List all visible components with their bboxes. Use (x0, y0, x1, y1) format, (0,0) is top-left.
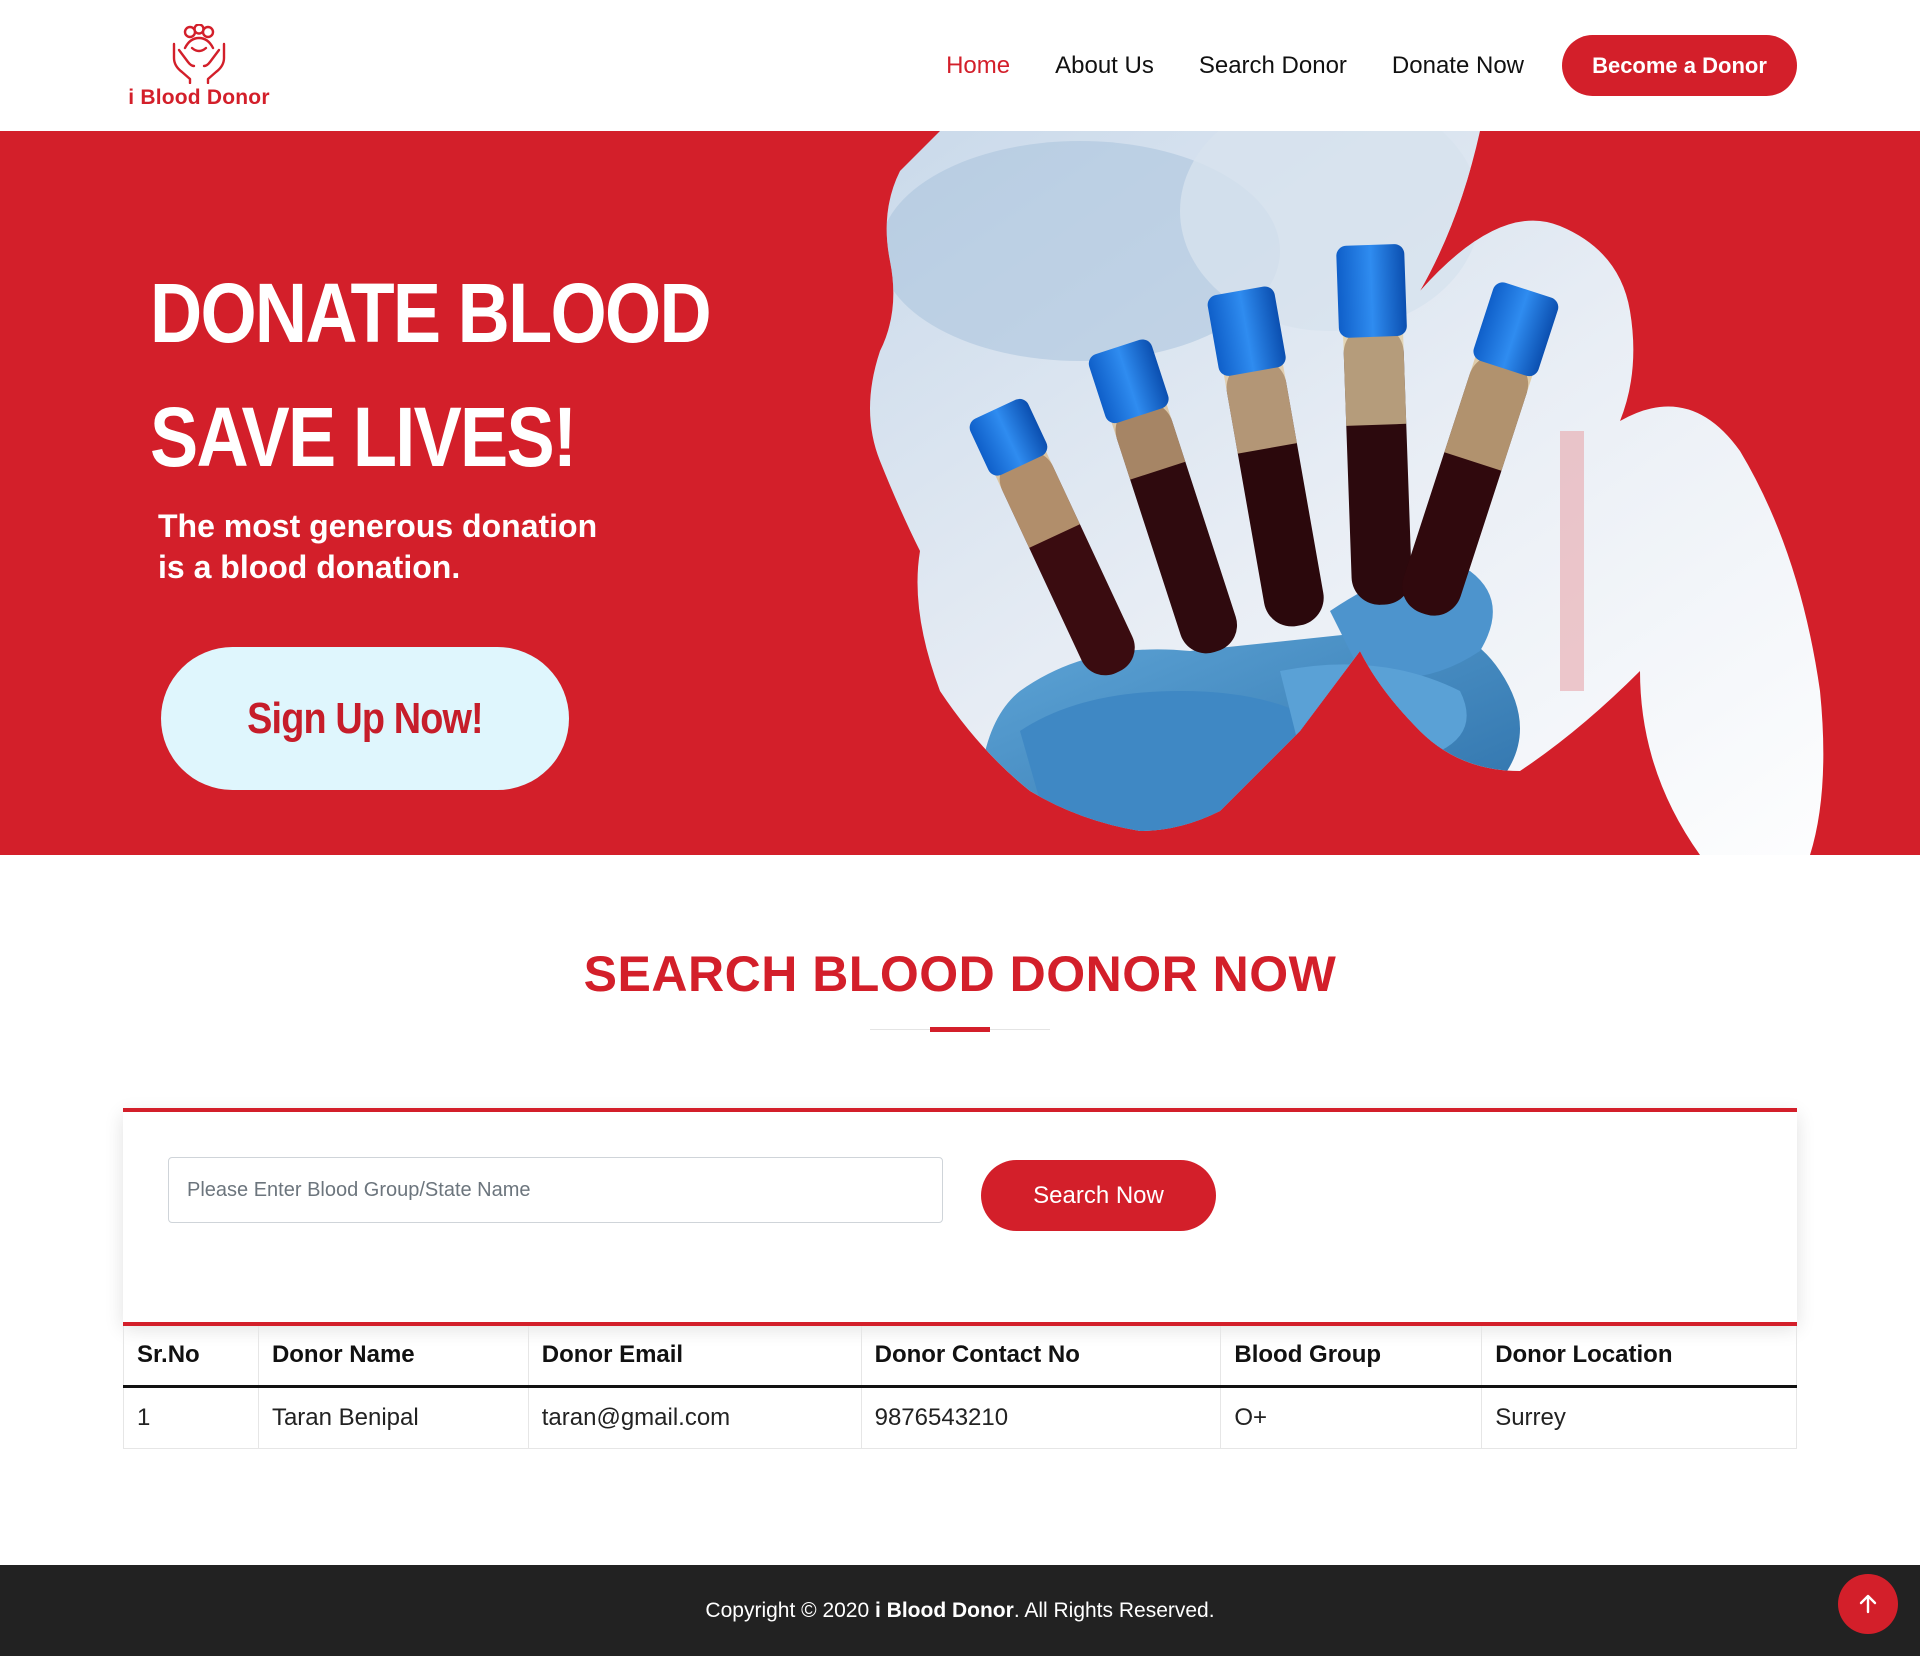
header-donor-name: Donor Name (257, 1326, 529, 1388)
nav-home[interactable]: Home (946, 52, 1010, 80)
footer-prefix: Copyright © 2020 (705, 1598, 875, 1622)
sign-up-button[interactable]: Sign Up Now! (161, 647, 569, 790)
arrow-up-icon (1859, 1594, 1877, 1614)
hero-subtitle-line-1: The most generous donation (158, 508, 598, 544)
cell-location: Surrey (1481, 1385, 1797, 1449)
cell-donor-name: Taran Benipal (257, 1385, 529, 1449)
search-input[interactable] (168, 1157, 943, 1223)
search-section-title: SEARCH BLOOD DONOR NOW (583, 946, 1337, 1002)
title-divider-accent (930, 1027, 990, 1032)
become-donor-button[interactable]: Become a Donor (1562, 35, 1797, 96)
main-nav: Home About Us Search Donor Donate Now (946, 0, 1524, 131)
header-blood-group: Blood Group (1220, 1326, 1483, 1388)
hero-subtitle: The most generous donation is a blood do… (158, 506, 678, 588)
header-contact-no: Donor Contact No (860, 1326, 1222, 1388)
table-header-row: Sr.No Donor Name Donor Email Donor Conta… (123, 1326, 1797, 1388)
sign-up-label: Sign Up Now! (247, 693, 483, 743)
cell-sr-no: 1 (123, 1385, 259, 1449)
site-header: i Blood Donor Home About Us Search Donor… (0, 0, 1920, 131)
hero-banner: DONATE BLOOD SAVE LIVES! The most genero… (0, 131, 1920, 855)
cell-contact-no: 9876543210 (860, 1385, 1222, 1449)
search-now-button[interactable]: Search Now (981, 1160, 1216, 1231)
nav-donate-now[interactable]: Donate Now (1392, 52, 1524, 80)
nav-about-us[interactable]: About Us (1055, 52, 1154, 80)
footer-suffix: . All Rights Reserved. (1013, 1598, 1215, 1622)
search-panel: Search Now (123, 1108, 1797, 1323)
nav-search-donor[interactable]: Search Donor (1199, 52, 1347, 80)
cell-donor-email: taran@gmail.com (527, 1385, 862, 1449)
header-location: Donor Location (1481, 1326, 1797, 1388)
hero-subtitle-line-2: is a blood donation. (158, 549, 461, 585)
site-footer: Copyright © 2020 i Blood Donor. All Righ… (0, 1565, 1920, 1656)
back-to-top-button[interactable] (1838, 1574, 1898, 1634)
cell-blood-group: O+ (1220, 1385, 1483, 1449)
donor-table: Sr.No Donor Name Donor Email Donor Conta… (123, 1326, 1797, 1449)
brand-name: i Blood Donor (128, 86, 270, 109)
hero-title-line-2: SAVE LIVES! (150, 390, 577, 484)
blood-tubes-image (870, 131, 1824, 855)
brand-logo[interactable]: i Blood Donor (124, 24, 274, 114)
table-row: 1 Taran Benipal taran@gmail.com 98765432… (123, 1385, 1797, 1449)
footer-copyright: Copyright © 2020 i Blood Donor. All Righ… (705, 1599, 1214, 1623)
hands-people-icon (172, 24, 226, 84)
header-sr-no: Sr.No (123, 1326, 259, 1388)
header-donor-email: Donor Email (527, 1326, 862, 1388)
hero-title: DONATE BLOOD SAVE LIVES! (150, 251, 712, 499)
donor-table-container: Sr.No Donor Name Donor Email Donor Conta… (123, 1322, 1797, 1449)
footer-brand: i Blood Donor (875, 1598, 1014, 1622)
hero-title-line-1: DONATE BLOOD (150, 266, 712, 360)
